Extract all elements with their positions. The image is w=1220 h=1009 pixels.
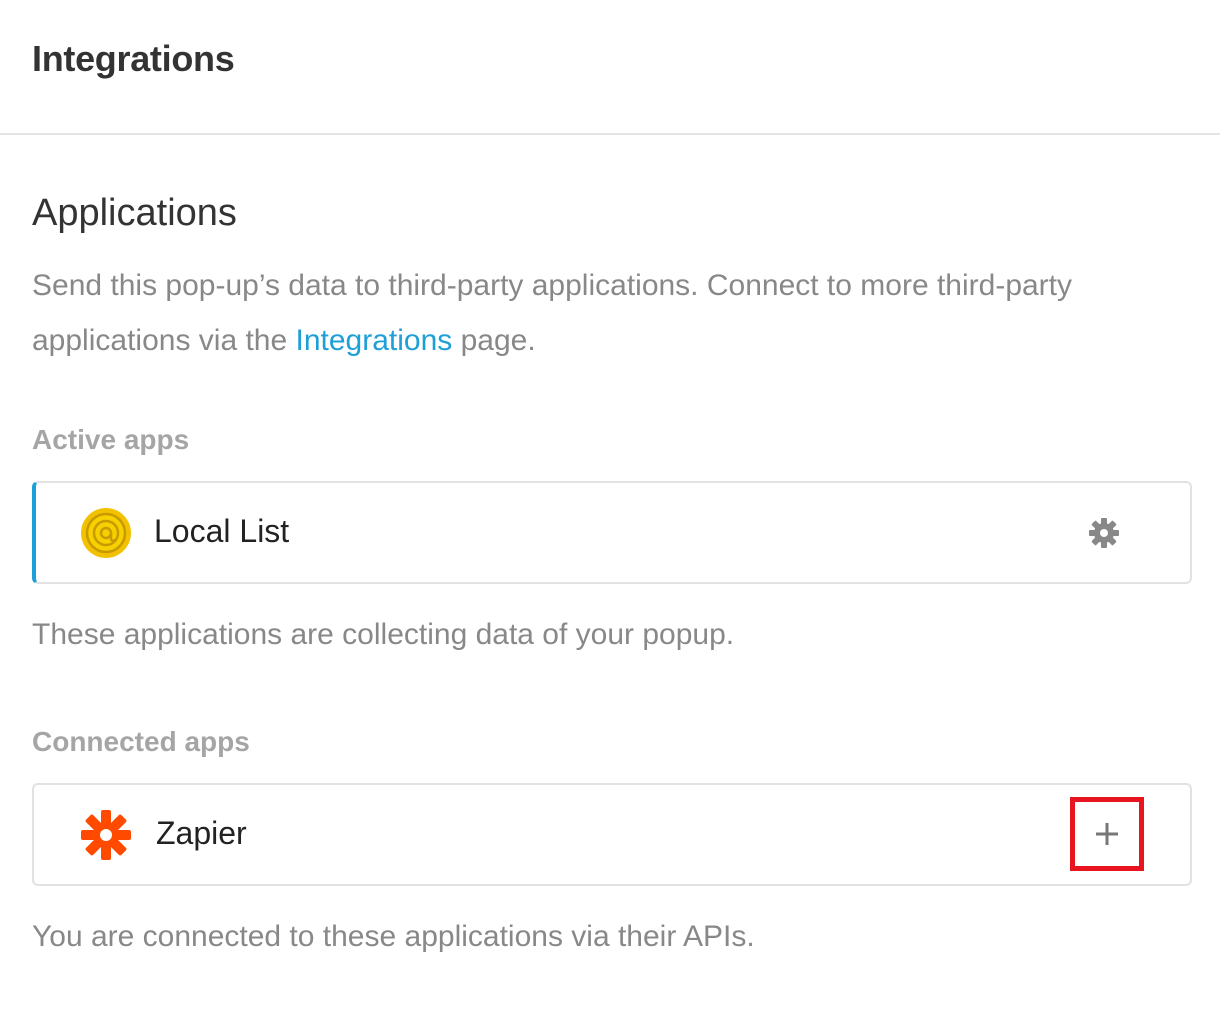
active-apps-note: These applications are collecting data o… bbox=[32, 618, 735, 651]
add-zapier-button[interactable] bbox=[1070, 797, 1144, 871]
active-apps-label: Active apps bbox=[32, 424, 190, 455]
app-card-local-list: Local List bbox=[32, 481, 1192, 584]
applications-description: Send this pop-up’s data to third-party a… bbox=[32, 258, 1182, 368]
integrations-page-link[interactable]: Integrations bbox=[296, 324, 453, 357]
page-title: Integrations bbox=[32, 38, 235, 79]
zapier-logo-icon bbox=[81, 810, 131, 860]
connected-apps-label: Connected apps bbox=[32, 726, 250, 757]
app-name-local-list: Local List bbox=[154, 513, 290, 549]
app-name-zapier: Zapier bbox=[156, 815, 247, 851]
local-list-logo-icon bbox=[81, 508, 131, 558]
description-text-end: page. bbox=[452, 324, 536, 357]
page-header: Integrations bbox=[0, 0, 1220, 135]
connected-apps-note: You are connected to these applications … bbox=[32, 920, 755, 953]
description-text-start: Send this pop-up’s data to third-party a… bbox=[32, 269, 1073, 357]
plus-icon bbox=[1096, 823, 1118, 845]
applications-heading: Applications bbox=[32, 192, 237, 234]
app-card-zapier: Zapier bbox=[32, 783, 1192, 886]
gear-icon[interactable] bbox=[1088, 517, 1120, 549]
